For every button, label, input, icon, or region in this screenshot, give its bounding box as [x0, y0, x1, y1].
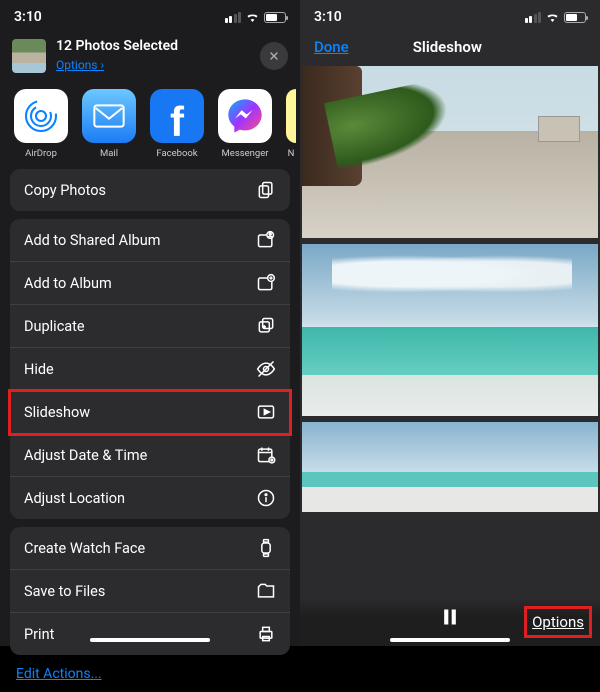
action-label: Slideshow	[24, 404, 90, 421]
sheet-header: 12 Photos Selected Options ›	[0, 28, 300, 87]
cell-signal-icon	[225, 12, 242, 23]
app-notes-cut[interactable]: N	[286, 89, 296, 159]
folder-icon	[256, 581, 276, 601]
share-sheet-pane: 3:10 12 Photos Selected Options › AirDro…	[0, 0, 300, 646]
action-adjust-date[interactable]: Adjust Date & Time	[10, 434, 290, 477]
album-add-icon	[256, 273, 276, 293]
wifi-icon	[545, 11, 560, 23]
action-label: Save to Files	[24, 583, 105, 600]
watch-icon	[256, 538, 276, 558]
slideshow-header: Done Slideshow	[300, 28, 600, 66]
sheet-title: 12 Photos Selected	[56, 38, 250, 54]
app-label: AirDrop	[14, 148, 68, 159]
slideshow-pane: 3:10 Done Slideshow Options	[300, 0, 600, 646]
home-indicator	[390, 638, 510, 642]
messenger-icon	[218, 89, 272, 143]
action-save-files[interactable]: Save to Files	[10, 570, 290, 613]
action-label: Duplicate	[24, 318, 85, 335]
app-label: Mail	[82, 148, 136, 159]
action-duplicate[interactable]: Duplicate	[10, 305, 290, 348]
action-shared-album[interactable]: Add to Shared Album	[10, 219, 290, 262]
app-messenger[interactable]: Messenger	[218, 89, 272, 159]
play-rect-icon	[256, 402, 276, 422]
action-group: Copy Photos	[10, 169, 290, 211]
battery-icon	[564, 12, 586, 23]
action-label: Create Watch Face	[24, 540, 145, 557]
copy-icon	[256, 180, 276, 200]
hide-icon	[256, 359, 276, 379]
airdrop-icon	[14, 89, 68, 143]
action-group: Add to Shared Album Add to Album Duplica…	[10, 219, 290, 519]
app-label: Messenger	[218, 148, 272, 159]
slideshow-options-button[interactable]: Options	[528, 610, 588, 634]
status-bar: 3:10	[0, 0, 300, 28]
wifi-icon	[245, 11, 260, 23]
app-facebook[interactable]: f Facebook	[150, 89, 204, 159]
pause-icon	[440, 607, 460, 627]
done-button[interactable]: Done	[314, 38, 349, 56]
battery-icon	[264, 12, 286, 23]
action-hide[interactable]: Hide	[10, 348, 290, 391]
share-apps-row: AirDrop Mail f Facebook Messenger N	[0, 87, 300, 169]
action-label: Print	[24, 626, 54, 643]
action-print[interactable]: Print	[10, 613, 290, 655]
status-time: 3:10	[14, 9, 42, 25]
slideshow-preview	[300, 66, 600, 512]
action-label: Adjust Location	[24, 490, 125, 507]
edit-actions-link[interactable]: Edit Actions...	[0, 656, 118, 692]
app-label: N	[286, 148, 296, 159]
mail-icon	[82, 89, 136, 143]
facebook-icon: f	[150, 89, 204, 143]
action-slideshow[interactable]: Slideshow	[10, 391, 290, 434]
action-add-album[interactable]: Add to Album	[10, 262, 290, 305]
close-icon	[268, 50, 280, 62]
slideshow-title: Slideshow	[413, 38, 482, 56]
cell-signal-icon	[525, 12, 542, 23]
slide-image	[302, 66, 598, 238]
duplicate-icon	[256, 316, 276, 336]
status-time: 3:10	[314, 9, 342, 25]
info-icon	[256, 488, 276, 508]
slide-image	[302, 422, 598, 512]
action-label: Adjust Date & Time	[24, 447, 147, 464]
action-copy-photos[interactable]: Copy Photos	[10, 169, 290, 211]
print-icon	[256, 624, 276, 644]
action-watch-face[interactable]: Create Watch Face	[10, 527, 290, 570]
sheet-options-link[interactable]: Options ›	[56, 58, 104, 72]
status-icons	[225, 11, 287, 23]
action-group: Create Watch Face Save to Files Print	[10, 527, 290, 655]
pause-button[interactable]	[440, 607, 460, 631]
status-bar: 3:10	[300, 0, 600, 28]
app-mail[interactable]: Mail	[82, 89, 136, 159]
action-label: Add to Shared Album	[24, 232, 160, 249]
app-airdrop[interactable]: AirDrop	[14, 89, 68, 159]
selection-thumbnail	[12, 39, 46, 73]
status-icons	[525, 11, 587, 23]
action-label: Hide	[24, 361, 54, 378]
notes-icon	[286, 89, 296, 143]
slide-image	[302, 244, 598, 416]
home-indicator	[90, 638, 210, 642]
action-label: Add to Album	[24, 275, 112, 292]
action-label: Copy Photos	[24, 182, 106, 199]
calendar-icon	[256, 445, 276, 465]
action-adjust-location[interactable]: Adjust Location	[10, 477, 290, 519]
close-button[interactable]	[260, 42, 288, 70]
shared-album-icon	[256, 230, 276, 250]
actions-list: Copy Photos Add to Shared Album Add to A…	[0, 169, 300, 655]
